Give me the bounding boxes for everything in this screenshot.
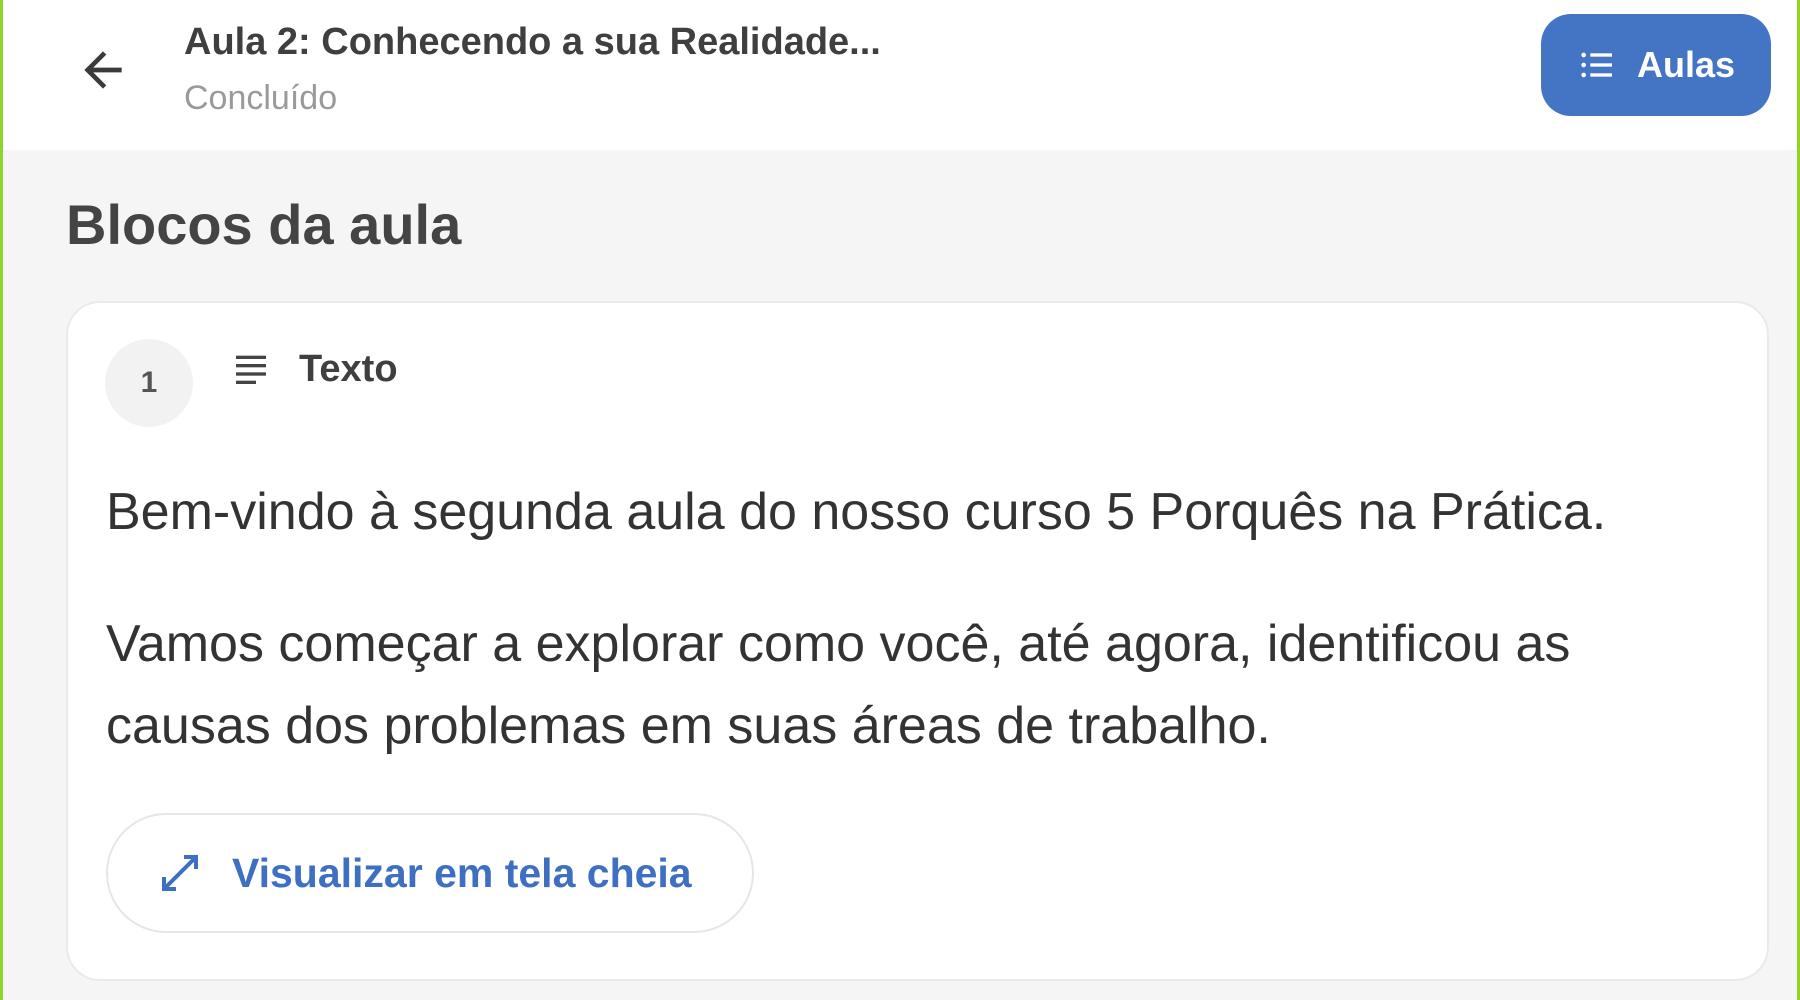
lesson-title: Aula 2: Conhecendo a sua Realidade...: [184, 21, 881, 63]
list-icon: [1581, 52, 1612, 78]
header-bar: Aula 2: Conhecendo a sua Realidade... Co…: [3, 0, 1797, 150]
block-number-badge: 1: [105, 339, 193, 427]
back-button[interactable]: [63, 30, 143, 110]
lesson-block-card: 1 Texto Bem-vindo à segunda aula do noss…: [66, 301, 1769, 981]
arrow-left-icon: [84, 51, 122, 89]
aulas-button[interactable]: Aulas: [1541, 14, 1771, 116]
block-paragraph: Bem-vindo à segunda aula do nosso curso …: [106, 483, 1607, 541]
aulas-button-label: Aulas: [1636, 44, 1736, 85]
text-lines-icon: [236, 355, 266, 384]
fullscreen-button-label: Visualizar em tela cheia: [232, 849, 692, 896]
block-paragraph: Vamos começar a explorar como você, até …: [106, 615, 1571, 755]
app-frame: Aula 2: Conhecendo a sua Realidade... Co…: [0, 0, 1800, 1000]
lesson-header-text: Aula 2: Conhecendo a sua Realidade... Co…: [184, 18, 881, 120]
expand-diagonal-icon: [162, 855, 198, 891]
fullscreen-button[interactable]: Visualizar em tela cheia: [106, 813, 754, 933]
block-type-label: Texto: [299, 348, 398, 390]
section-title: Blocos da aula: [66, 193, 462, 256]
block-text-content: Bem-vindo à segunda aula do nosso curso …: [106, 471, 1746, 817]
lesson-status: Concluído: [184, 79, 338, 117]
